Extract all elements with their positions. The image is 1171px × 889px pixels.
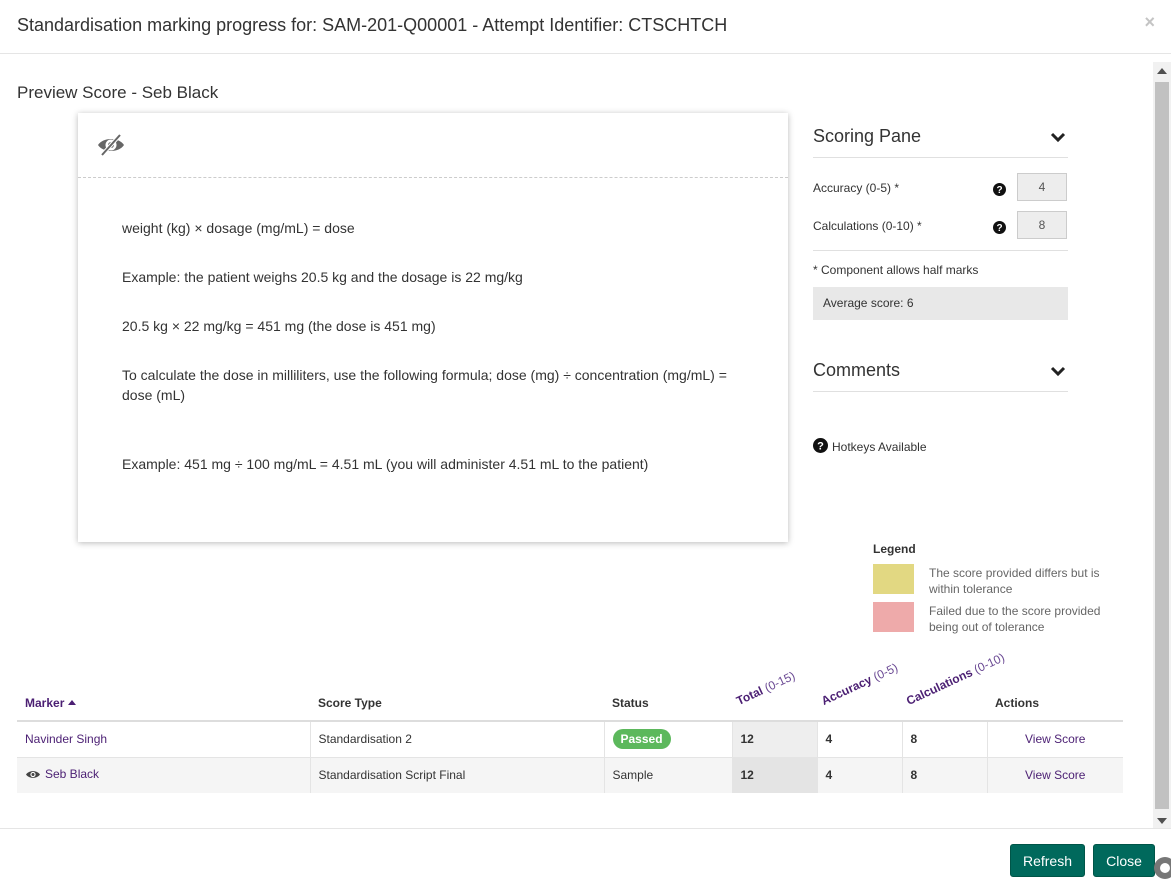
- column-header-status: Status: [604, 647, 732, 722]
- hotkeys-label: Hotkeys Available: [832, 440, 927, 454]
- column-header-label: Total: [734, 683, 766, 708]
- legend-swatch-failed: [873, 602, 914, 632]
- column-header-total[interactable]: Total (0-15): [732, 647, 817, 722]
- preview-title: Preview Score - Seb Black: [17, 83, 219, 102]
- column-header-range: (0-5): [871, 660, 900, 684]
- scrollbar-thumb[interactable]: [1155, 82, 1169, 809]
- actions-cell: View Score: [987, 721, 1123, 758]
- chevron-down-icon[interactable]: [1050, 131, 1066, 149]
- sort-asc-icon: [68, 700, 77, 705]
- column-header-marker[interactable]: Marker: [17, 647, 310, 722]
- gear-icon[interactable]: [1150, 853, 1171, 883]
- divider: [813, 250, 1068, 251]
- half-marks-note: * Component allows half marks: [813, 263, 979, 277]
- legend-item: The score provided differs but is within…: [873, 564, 1113, 602]
- preview-card: weight (kg) × dosage (mg/mL) = dose Exam…: [78, 113, 788, 542]
- legend: Legend The score provided differs but is…: [873, 542, 1113, 640]
- hotkeys-link[interactable]: ? Hotkeys Available: [813, 438, 927, 456]
- chevron-down-icon[interactable]: [1050, 365, 1066, 383]
- close-button[interactable]: Close: [1093, 844, 1155, 877]
- table-row: Seb Black Standardisation Script Final S…: [17, 757, 1123, 793]
- preview-paragraph: Example: 451 mg ÷ 100 mg/mL = 4.51 mL (y…: [122, 456, 649, 472]
- view-score-link[interactable]: View Score: [1025, 732, 1085, 746]
- refresh-button[interactable]: Refresh: [1010, 844, 1085, 877]
- comments-pane: Comments: [813, 351, 1068, 392]
- marker-link[interactable]: Seb Black: [45, 767, 99, 781]
- preview-paragraph: To calculate the dose in milliliters, us…: [122, 367, 727, 403]
- column-header-range: (0-15): [762, 668, 798, 695]
- scroll-down-icon[interactable]: [1157, 818, 1167, 824]
- total-cell: 12: [732, 757, 818, 793]
- calculations-cell: 8: [902, 757, 988, 793]
- svg-text:?: ?: [996, 223, 1002, 234]
- score-type-cell: Standardisation Script Final: [310, 757, 605, 793]
- accuracy-cell: 4: [817, 721, 903, 758]
- eye-icon: [25, 769, 41, 783]
- comments-header[interactable]: Comments: [813, 351, 1068, 392]
- scoring-pane: Scoring Pane Accuracy (0-5) * ? Calculat…: [813, 117, 1068, 320]
- preview-paragraph: Example: the patient weighs 20.5 kg and …: [122, 269, 523, 285]
- legend-title: Legend: [873, 542, 916, 556]
- scoring-pane-header[interactable]: Scoring Pane: [813, 117, 1068, 158]
- column-header-actions: Actions: [987, 647, 1123, 722]
- legend-item: Failed due to the score provided being o…: [873, 602, 1113, 640]
- vertical-scrollbar[interactable]: [1153, 62, 1171, 828]
- svg-text:?: ?: [817, 441, 824, 453]
- help-icon[interactable]: ?: [993, 221, 1006, 239]
- scoring-pane-title: Scoring Pane: [813, 126, 922, 146]
- calculations-label: Calculations (0-10) *: [813, 219, 922, 233]
- markers-table: Marker Score Type Status Total (0-15) Ac…: [17, 647, 1123, 793]
- table-row: Navinder Singh Standardisation 2 Passed …: [17, 721, 1123, 758]
- column-header-label: Accuracy: [819, 672, 874, 708]
- actions-cell: View Score: [987, 757, 1123, 793]
- calculations-input[interactable]: [1017, 211, 1067, 239]
- column-header-label: Calculations: [904, 665, 975, 708]
- modal-header: Standardisation marking progress for: SA…: [0, 0, 1171, 54]
- average-score: Average score: 6: [813, 287, 1068, 320]
- status-badge: Passed: [612, 729, 671, 750]
- calculations-cell: 8: [902, 721, 988, 758]
- score-type-cell: Standardisation 2: [310, 721, 605, 758]
- marker-link[interactable]: Navinder Singh: [25, 732, 107, 746]
- modal-footer: Refresh Close: [0, 828, 1171, 889]
- question-circle-icon: ?: [813, 438, 828, 456]
- help-icon[interactable]: ?: [993, 183, 1006, 201]
- comments-title: Comments: [813, 360, 901, 380]
- legend-swatch-tolerance: [873, 564, 914, 594]
- preview-content: weight (kg) × dosage (mg/mL) = dose Exam…: [78, 178, 788, 474]
- scroll-up-icon[interactable]: [1157, 68, 1167, 74]
- close-icon[interactable]: ×: [1144, 12, 1155, 33]
- eye-slash-icon[interactable]: [96, 133, 126, 162]
- accuracy-cell: 4: [817, 757, 903, 793]
- total-cell: 12: [732, 721, 818, 758]
- accuracy-label: Accuracy (0-5) *: [813, 181, 900, 195]
- legend-text: Failed due to the score provided being o…: [929, 604, 1101, 634]
- accuracy-input[interactable]: [1017, 173, 1067, 201]
- column-header-score-type: Score Type: [310, 647, 604, 722]
- legend-text: The score provided differs but is within…: [929, 566, 1100, 596]
- calculations-row: Calculations (0-10) * ?: [813, 206, 1068, 244]
- column-header-calculations[interactable]: Calculations (0-10): [902, 647, 1007, 722]
- preview-card-header: [78, 113, 788, 178]
- svg-text:?: ?: [996, 185, 1002, 196]
- marker-cell: Seb Black: [17, 757, 311, 793]
- status-cell: Passed: [604, 721, 733, 758]
- marker-cell: Navinder Singh: [17, 721, 311, 758]
- view-score-link[interactable]: View Score: [1025, 768, 1085, 782]
- modal-body: Preview Score - Seb Black weight (kg) × …: [0, 55, 1153, 827]
- status-cell: Sample: [604, 757, 733, 793]
- accuracy-row: Accuracy (0-5) * ?: [813, 168, 1068, 206]
- modal-title: Standardisation marking progress for: SA…: [17, 15, 728, 35]
- column-header-label: Marker: [25, 696, 65, 710]
- column-header-accuracy[interactable]: Accuracy (0-5): [817, 647, 902, 722]
- preview-paragraph: weight (kg) × dosage (mg/mL) = dose: [122, 220, 355, 236]
- preview-paragraph: 20.5 kg × 22 mg/kg = 451 mg (the dose is…: [122, 318, 436, 334]
